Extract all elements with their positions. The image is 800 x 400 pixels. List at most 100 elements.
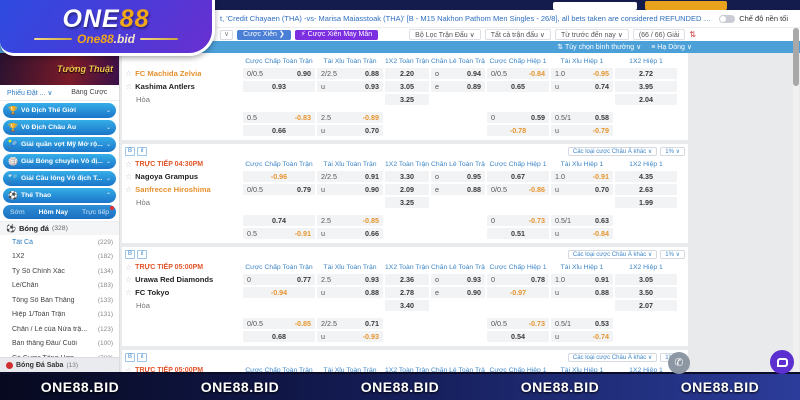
odds-cell[interactable]: u-0.93 [317, 331, 383, 342]
match-filter-dropdown[interactable]: Bộ Lọc Trận Đấu ∨ [409, 29, 481, 40]
time-range-dropdown[interactable]: Từ trước đến nay ∨ [555, 29, 629, 40]
search-input[interactable] [553, 2, 637, 10]
odds-cell[interactable]: 3.05 [385, 81, 429, 92]
stats-icon[interactable]: ıl [137, 250, 147, 259]
odds-cell[interactable]: 0.5/10.63 [551, 215, 613, 226]
odds-cell[interactable]: 0/0.5-0.84 [487, 68, 549, 79]
odds-cell[interactable]: 0.66 [243, 125, 315, 136]
stats-icon[interactable]: ıl [137, 353, 147, 362]
odds-cell[interactable]: 2.09 [385, 184, 429, 195]
odds-cell[interactable]: 0.51 [487, 228, 549, 239]
odds-cell[interactable]: 2.5-0.89 [317, 112, 383, 123]
odds-cell[interactable]: 2/2.50.71 [317, 318, 383, 329]
star-icon[interactable]: ☆ [125, 288, 132, 297]
sidebar-item-saba-football[interactable]: Bóng Đá Saba (13) [0, 357, 119, 372]
odds-cell[interactable]: 3.30 [385, 171, 429, 182]
sidebar-league-button[interactable]: 🏆Vô Địch Châu Âu⌄ [3, 120, 116, 135]
league-count-dropdown[interactable]: (66 / 66) Giải [633, 29, 685, 40]
market-item[interactable]: Chẵn / Lẻ của Nửa trậ...(123) [0, 322, 119, 337]
odds-cell[interactable]: u0.90 [317, 184, 383, 195]
odds-cell[interactable]: u0.66 [317, 228, 383, 239]
chevron-down-icon[interactable]: ∨ [220, 30, 233, 40]
odds-cell[interactable]: u0.93 [317, 81, 383, 92]
odds-cell[interactable]: 3.05 [615, 274, 677, 285]
star-icon[interactable]: ☆ [125, 263, 132, 272]
parlay-button[interactable]: Cược Xiên ❯ [237, 30, 291, 40]
sidebar-league-button[interactable]: ⚽Thể Thao⌃ [3, 188, 116, 203]
odds-cell[interactable]: 2.20 [385, 68, 429, 79]
odds-cell[interactable]: o0.94 [431, 68, 485, 79]
odds-cell[interactable]: 2.50.93 [317, 274, 383, 285]
subtab-trực-tiếp[interactable]: Trực tiếp [82, 209, 109, 216]
bet-builder-icon[interactable]: B [125, 147, 135, 156]
odds-cell[interactable]: -0.97 [487, 287, 549, 298]
odds-cell[interactable]: 2.72 [615, 68, 677, 79]
odds-cell[interactable]: 3.25 [385, 197, 429, 208]
odds-cell[interactable]: o0.93 [431, 274, 485, 285]
odds-cell[interactable]: 0.65 [487, 81, 549, 92]
subtab-sớm[interactable]: Sớm [10, 209, 25, 216]
asian-bet-types-dropdown[interactable]: Các loại cược Châu Á khác ∨ [568, 147, 657, 156]
odds-cell[interactable]: 0/0.50.90 [243, 68, 315, 79]
odds-cell[interactable]: u0.74 [551, 81, 613, 92]
odds-cell[interactable]: e0.90 [431, 287, 485, 298]
odds-cell[interactable]: u0.70 [317, 125, 383, 136]
bet-builder-icon[interactable]: B [125, 250, 135, 259]
odds-cell[interactable]: 3.50 [615, 287, 677, 298]
odds-cell[interactable]: 0.5/10.58 [551, 112, 613, 123]
odds-cell[interactable]: -0.96 [243, 171, 315, 182]
tab-bet-slip[interactable]: Phiếu Đặt ... ∨ [0, 89, 60, 97]
star-icon[interactable]: ☆ [125, 185, 132, 194]
odds-cell[interactable]: 0.5/10.53 [551, 318, 613, 329]
odds-cell[interactable]: 00.77 [243, 274, 315, 285]
odds-cell[interactable]: 3.25 [385, 94, 429, 105]
deposit-button[interactable] [645, 1, 727, 10]
market-item[interactable]: Tổng Số Bàn Thắng(133) [0, 293, 119, 308]
sidebar-league-button[interactable]: 🏆Vô Địch Thế Giới⌄ [3, 103, 116, 118]
odds-cell[interactable]: 0/0.5-0.73 [487, 318, 549, 329]
one88-logo[interactable]: ONE88 One88.bid [0, 0, 215, 56]
odds-cell[interactable]: -0.94 [243, 287, 315, 298]
odds-cell[interactable]: 0/0.5-0.85 [243, 318, 315, 329]
star-icon[interactable]: ☆ [125, 82, 132, 91]
odds-cell[interactable]: 0/0.50.79 [243, 184, 315, 195]
odds-cell[interactable]: u0.70 [551, 184, 613, 195]
promo-banner[interactable]: Tường Thuật [0, 53, 119, 85]
row-mode-dropdown[interactable]: ≡ Hạ Dòng ∨ [651, 43, 692, 51]
sidebar-league-button[interactable]: 🏐Giải Bóng chuyền Vô đị...⌄ [3, 154, 116, 169]
odds-cell[interactable]: 2.36 [385, 274, 429, 285]
market-item[interactable]: Lẻ/Chẵn(183) [0, 279, 119, 294]
odds-cell[interactable]: 00.59 [487, 112, 549, 123]
phone-support-icon[interactable]: ✆ [668, 352, 690, 374]
odds-cell[interactable]: 2/2.50.91 [317, 171, 383, 182]
asian-bet-types-dropdown[interactable]: Các loại cược Châu Á khác ∨ [568, 250, 657, 259]
odds-cell[interactable]: u-0.79 [551, 125, 613, 136]
odds-cell[interactable]: 1.0-0.95 [551, 68, 613, 79]
star-icon[interactable]: ☆ [125, 160, 132, 169]
sort-icon[interactable]: ⇅ [689, 30, 696, 39]
dark-mode-toggle[interactable] [719, 15, 735, 23]
view-options-dropdown[interactable]: ⇅ Tùy chọn bình thường ∨ [557, 43, 641, 51]
odds-cell[interactable]: 0.93 [243, 81, 315, 92]
subtab-hôm-nay[interactable]: Hôm Nay [39, 209, 68, 216]
market-item[interactable]: Tỷ Số Chính Xác(134) [0, 264, 119, 279]
odds-cell[interactable]: 3.95 [615, 81, 677, 92]
star-icon[interactable]: ☆ [125, 275, 132, 284]
bet-builder-icon[interactable]: B [125, 353, 135, 362]
odds-cell[interactable]: 2.04 [615, 94, 677, 105]
vertical-scrollbar[interactable] [793, 28, 799, 372]
odds-cell[interactable]: u0.88 [317, 287, 383, 298]
odds-cell[interactable]: e0.89 [431, 81, 485, 92]
odds-cell[interactable]: 0/0.5-0.86 [487, 184, 549, 195]
odds-cell[interactable]: o0.95 [431, 171, 485, 182]
odds-cell[interactable]: 0.68 [243, 331, 315, 342]
market-item[interactable]: Hiệp 1/Toàn Trận(131) [0, 308, 119, 323]
odds-cell[interactable]: 2.07 [615, 300, 677, 311]
odds-cell[interactable]: 1.00.91 [551, 274, 613, 285]
odds-cell[interactable]: 4.35 [615, 171, 677, 182]
odds-cell[interactable]: 0.5-0.83 [243, 112, 315, 123]
odds-cell[interactable]: 2.63 [615, 184, 677, 195]
stats-icon[interactable]: ıl [137, 147, 147, 156]
odds-cell[interactable]: u-0.74 [551, 331, 613, 342]
odds-cell[interactable]: 2.5-0.85 [317, 215, 383, 226]
